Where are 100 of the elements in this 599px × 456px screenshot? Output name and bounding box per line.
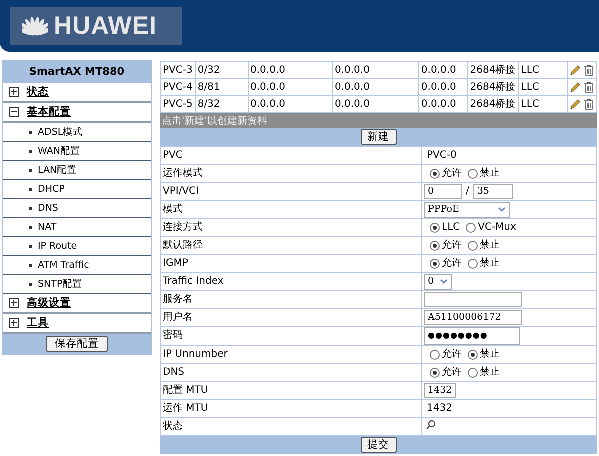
trash-icon[interactable] <box>584 98 594 110</box>
radio-label: 允许 <box>442 350 462 360</box>
table-cell: 0.0.0.0 <box>421 98 456 110</box>
radio-label: VC-Mux <box>478 222 516 232</box>
radio-button[interactable] <box>466 222 476 232</box>
input-field[interactable] <box>424 292 522 307</box>
field-label: 连接方式 <box>163 222 203 232</box>
table-cell: 0.0.0.0 <box>250 98 286 110</box>
radio-button[interactable] <box>468 368 478 378</box>
radio-button[interactable] <box>468 350 478 360</box>
menu-group-link[interactable]: 工具 <box>27 316 49 330</box>
field-label: IP Unnumber <box>163 348 228 360</box>
vpi-field[interactable]: 0 <box>424 184 462 199</box>
radio-label: 允许 <box>442 168 462 178</box>
bullet-icon <box>29 188 32 190</box>
table-cell: 0.0.0.0 <box>421 64 456 76</box>
field-value: 1432 <box>426 402 452 414</box>
menu-group-link[interactable]: 高级设置 <box>27 296 71 310</box>
menu-item[interactable]: DHCP <box>38 184 65 194</box>
expand-icon[interactable] <box>9 318 19 328</box>
menu-group-link[interactable]: 基本配置 <box>27 105 71 119</box>
table-cell: 8/32 <box>198 98 220 110</box>
expand-icon[interactable] <box>9 298 19 308</box>
radio-button[interactable] <box>430 222 440 232</box>
table-cell: 2684桥接 <box>470 99 516 110</box>
table-cell: 0/32 <box>198 64 220 76</box>
table-cell: 0.0.0.0 <box>334 64 370 76</box>
trash-icon[interactable] <box>584 64 594 76</box>
table-cell: 2684桥接 <box>470 82 516 93</box>
field-value: PVC-0 <box>426 150 457 160</box>
table-cell: LLC <box>521 82 540 92</box>
table-cell: LLC <box>521 64 540 76</box>
bullet-icon <box>29 206 32 210</box>
field-label: 模式 <box>163 204 183 214</box>
password-field[interactable]: ●●●●●●●● <box>424 327 520 345</box>
field-label: 服务名 <box>163 294 193 304</box>
radio-label: 禁止 <box>480 240 500 250</box>
menu-item[interactable]: ATM Traffic <box>38 260 90 270</box>
menu-item[interactable]: LAN配置 <box>38 164 78 176</box>
table-cell: 0.0.0.0 <box>250 64 286 76</box>
input-field[interactable]: A51100006172 <box>424 310 522 325</box>
field-label: 默认路径 <box>163 240 203 250</box>
bullet-icon <box>29 168 32 172</box>
radio-label: 允许 <box>442 258 462 268</box>
expand-icon[interactable] <box>9 87 19 97</box>
trash-icon[interactable] <box>584 82 594 92</box>
chevron-down-icon <box>498 206 506 212</box>
field-label: 密码 <box>163 330 183 341</box>
field-label: 配置 MTU <box>163 384 208 396</box>
radio-button[interactable] <box>468 168 478 178</box>
bullet-icon <box>29 150 32 152</box>
bullet-icon <box>29 244 32 248</box>
radio-label: 禁止 <box>480 368 500 378</box>
new-button[interactable]: 新建 <box>360 129 396 145</box>
mode-dropdown[interactable]: PPPoE <box>424 202 510 218</box>
menu-group-link[interactable]: 状态 <box>27 85 49 99</box>
menu-item[interactable]: ADSL模式 <box>38 126 84 138</box>
bullet-icon <box>29 226 32 228</box>
table-cell: PVC-4 <box>163 82 193 92</box>
table-cell: 0.0.0.0 <box>421 82 456 92</box>
logo-text: HUAWEI <box>54 12 157 40</box>
bullet-icon <box>29 282 32 286</box>
pencil-icon[interactable] <box>570 82 581 92</box>
submit-button[interactable]: 提交 <box>360 437 396 453</box>
separator: / <box>466 186 470 196</box>
menu-item[interactable]: DNS <box>38 202 58 214</box>
menu-item[interactable]: NAT <box>38 222 57 232</box>
radio-button[interactable] <box>430 350 440 360</box>
radio-button[interactable] <box>430 368 440 378</box>
radio-button[interactable] <box>430 168 440 178</box>
field-label: 运作 MTU <box>163 402 208 414</box>
table-cell: 0.0.0.0 <box>334 98 370 110</box>
menu-item[interactable]: SNTP配置 <box>38 278 83 290</box>
radio-button[interactable] <box>468 240 478 250</box>
chevron-down-icon <box>440 278 448 284</box>
radio-label: 禁止 <box>480 168 500 178</box>
field-label: VPI/VCI <box>163 186 199 196</box>
pencil-icon[interactable] <box>570 64 581 76</box>
collapse-icon[interactable] <box>9 107 19 117</box>
table-cell: 0.0.0.0 <box>250 82 286 92</box>
device-title: SmartAX MT880 <box>3 61 151 83</box>
table-cell: PVC-5 <box>163 98 193 110</box>
radio-button[interactable] <box>430 240 440 250</box>
field-label: 用户名 <box>163 312 193 322</box>
radio-button[interactable] <box>430 258 440 268</box>
mtu-field[interactable]: 1432 <box>424 383 456 398</box>
magnifier-icon[interactable] <box>426 420 436 430</box>
radio-label: 允许 <box>442 368 462 378</box>
pencil-icon[interactable] <box>570 98 581 110</box>
vci-field[interactable]: 35 <box>473 184 514 199</box>
radio-label: 允许 <box>442 240 462 250</box>
field-label: IGMP <box>163 258 188 268</box>
menu-item[interactable]: WAN配置 <box>38 144 80 158</box>
menu-item[interactable]: IP Route <box>38 240 78 252</box>
table-cell: LLC <box>521 98 540 110</box>
field-label: 状态 <box>163 420 183 432</box>
index-dropdown[interactable]: 0 <box>424 274 452 290</box>
fan-logo-icon <box>22 15 48 37</box>
radio-button[interactable] <box>468 258 478 268</box>
save-config-button[interactable]: 保存配置 <box>46 336 108 352</box>
